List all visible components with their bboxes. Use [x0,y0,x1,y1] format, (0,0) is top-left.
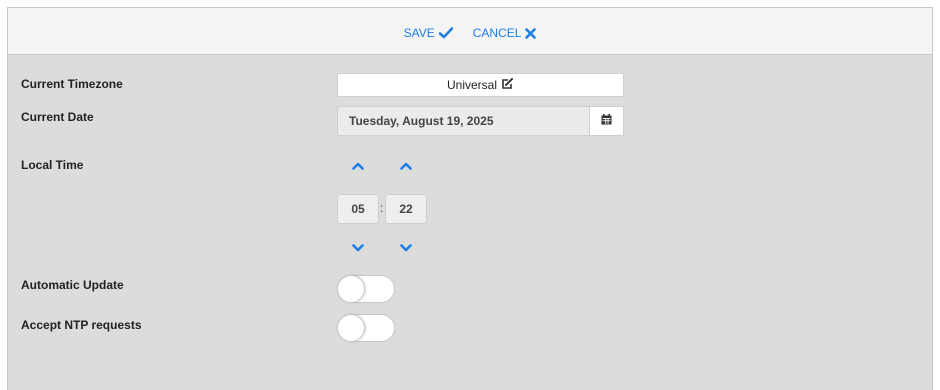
timezone-label: Current Timezone [21,77,123,91]
minute-decrement-button[interactable] [396,240,416,256]
date-picker-button[interactable] [589,107,623,135]
checkmark-icon [438,27,453,39]
date-field: Tuesday, August 19, 2025 [337,106,624,136]
ntp-requests-label: Accept NTP requests [21,318,142,332]
chevron-down-icon [352,239,364,257]
time-separator: : [380,201,384,215]
chevron-up-icon [352,157,364,175]
minutes-input[interactable]: 22 [385,194,427,224]
x-mark-icon [525,27,537,39]
local-time-label: Local Time [21,158,84,172]
edit-icon [501,77,514,93]
hour-increment-button[interactable] [348,158,368,174]
automatic-update-toggle[interactable] [337,275,395,303]
date-label: Current Date [21,110,94,124]
timezone-value: Universal [446,78,497,92]
date-value: Tuesday, August 19, 2025 [349,114,494,128]
minute-increment-button[interactable] [396,158,416,174]
automatic-update-label: Automatic Update [21,278,124,292]
action-toolbar: SAVE CANCEL [8,8,932,55]
hour-decrement-button[interactable] [348,240,368,256]
cancel-label: CANCEL [472,26,522,40]
chevron-down-icon [400,239,412,257]
ntp-requests-toggle[interactable] [337,314,395,342]
timezone-selector[interactable]: Universal [337,73,624,97]
cancel-button[interactable]: CANCEL [473,22,537,40]
chevron-up-icon [400,157,412,175]
hours-input[interactable]: 05 [337,194,379,224]
calendar-icon [601,112,612,130]
time-settings-panel: SAVE CANCEL Current Timezone Current Dat… [7,7,933,390]
toggle-knob [337,275,365,303]
toggle-knob [337,314,365,342]
save-label: SAVE [403,26,435,40]
save-button[interactable]: SAVE [404,22,453,40]
